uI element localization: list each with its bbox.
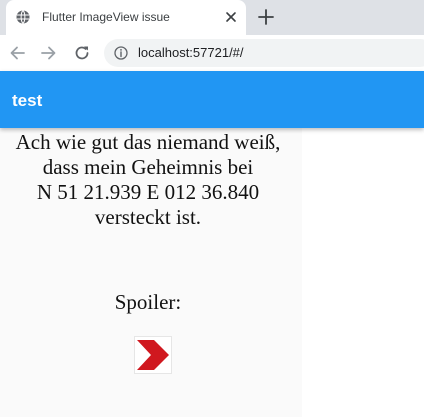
app-body: Ach wie gut das niemand weiß, dass mein … — [0, 128, 424, 417]
browser-toolbar: localhost:57721/#/ — [0, 35, 424, 71]
address-bar[interactable]: localhost:57721/#/ — [104, 39, 424, 67]
secret-message: Ach wie gut das niemand weiß, dass mein … — [0, 130, 296, 230]
globe-icon — [16, 10, 30, 24]
message-line: N 51 21.939 E 012 36.840 — [36, 180, 260, 204]
message-line: dass mein Geheimnis bei — [42, 155, 254, 179]
arrow-left-icon[interactable] — [8, 43, 28, 63]
close-icon[interactable] — [224, 10, 238, 24]
spoiler-label: Spoiler: — [114, 290, 182, 314]
url-text: localhost:57721/#/ — [138, 45, 244, 60]
message-line: versteckt ist. — [94, 205, 202, 229]
browser-tabstrip: Flutter ImageView issue — [0, 0, 424, 35]
message-line: Ach wie gut das niemand weiß, — [15, 130, 281, 154]
chevron-right-icon[interactable] — [134, 336, 172, 374]
app-title: test — [12, 91, 43, 110]
tab-title: Flutter ImageView issue — [42, 10, 170, 24]
reload-icon[interactable] — [72, 43, 92, 63]
browser-tab[interactable]: Flutter ImageView issue — [6, 0, 246, 35]
content-panel: Ach wie gut das niemand weiß, dass mein … — [0, 128, 302, 417]
app-bar: test — [0, 71, 424, 128]
plus-icon[interactable] — [256, 7, 276, 27]
info-icon[interactable] — [114, 46, 128, 60]
arrow-right-icon[interactable] — [38, 43, 58, 63]
